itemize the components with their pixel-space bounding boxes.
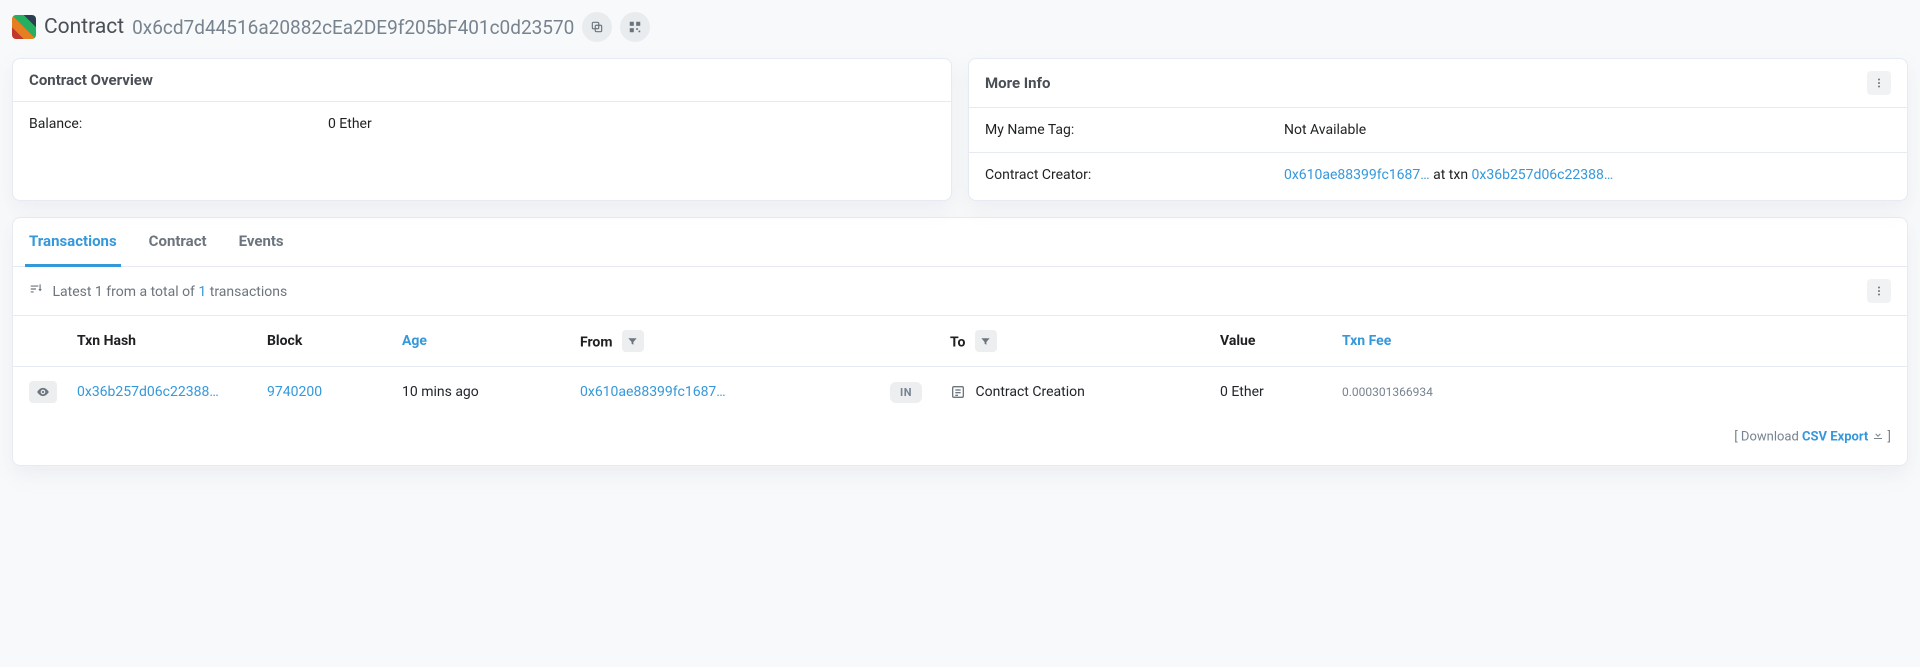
identicon-icon bbox=[12, 15, 36, 39]
qr-icon bbox=[628, 20, 642, 34]
tab-bar: Transactions Contract Events bbox=[13, 218, 1907, 267]
page-title-label: Contract bbox=[44, 15, 124, 39]
creator-label: Contract Creator: bbox=[985, 167, 1284, 183]
transactions-table: Txn Hash Block Age From To Value bbox=[13, 315, 1907, 417]
name-tag-value: Not Available bbox=[1284, 122, 1891, 138]
summary-latest: 1 bbox=[95, 284, 103, 300]
summary-prefix: Latest bbox=[52, 284, 94, 300]
kebab-icon bbox=[1873, 77, 1885, 89]
tx-hash-link[interactable]: 0x36b257d06c22388… bbox=[77, 384, 219, 400]
at-txn-text: at txn bbox=[1433, 167, 1471, 183]
export-prefix: [ Download bbox=[1734, 429, 1802, 444]
tx-age: 10 mins ago bbox=[392, 367, 570, 418]
eye-icon bbox=[36, 385, 50, 399]
tab-contract[interactable]: Contract bbox=[145, 218, 211, 267]
transactions-panel: Transactions Contract Events Latest 1 fr… bbox=[12, 217, 1908, 466]
page-header: Contract 0x6cd7d44516a20882cEa2DE9f205bF… bbox=[12, 12, 1908, 42]
summary-mid: from a total of bbox=[103, 284, 199, 300]
filter-icon bbox=[980, 336, 991, 347]
balance-row: Balance: 0 Ether bbox=[13, 102, 951, 146]
tx-value: 0 Ether bbox=[1210, 367, 1332, 418]
tx-summary-row: Latest 1 from a total of 1 transactions bbox=[13, 267, 1907, 315]
th-block: Block bbox=[257, 316, 392, 367]
summary-suffix: transactions bbox=[206, 284, 287, 300]
tab-events[interactable]: Events bbox=[235, 218, 288, 267]
more-info-menu-button[interactable] bbox=[1867, 71, 1891, 95]
kebab-icon bbox=[1873, 285, 1885, 297]
export-suffix: ] bbox=[1884, 429, 1891, 444]
qr-code-button[interactable] bbox=[620, 12, 650, 42]
th-age-toggle[interactable]: Age bbox=[402, 333, 427, 349]
creator-address-link[interactable]: 0x610ae88399fc1687… bbox=[1284, 167, 1430, 183]
th-to: To bbox=[950, 335, 965, 351]
balance-value: 0 Ether bbox=[328, 116, 935, 132]
table-row: 0x36b257d06c22388… 9740200 10 mins ago 0… bbox=[13, 367, 1907, 418]
export-row: [ Download CSV Export ] bbox=[13, 417, 1907, 465]
th-from: From bbox=[580, 335, 612, 351]
balance-label: Balance: bbox=[29, 116, 328, 132]
csv-export-link[interactable]: CSV Export bbox=[1802, 429, 1868, 444]
contract-overview-card: Contract Overview Balance: 0 Ether bbox=[12, 58, 952, 201]
th-fee-toggle[interactable]: Txn Fee bbox=[1342, 333, 1391, 349]
to-filter-button[interactable] bbox=[975, 330, 997, 352]
contract-icon bbox=[950, 384, 969, 400]
tx-more-menu-button[interactable] bbox=[1867, 279, 1891, 303]
more-info-title: More Info bbox=[985, 74, 1050, 92]
tx-fee: 0.000301366934 bbox=[1342, 385, 1433, 399]
direction-badge: IN bbox=[890, 382, 922, 403]
from-address-link[interactable]: 0x610ae88399fc1687… bbox=[580, 384, 726, 400]
from-filter-button[interactable] bbox=[622, 330, 644, 352]
th-value: Value bbox=[1210, 316, 1332, 367]
to-value: Contract Creation bbox=[975, 384, 1084, 400]
sort-icon bbox=[29, 284, 46, 300]
block-link[interactable]: 9740200 bbox=[267, 384, 322, 400]
creator-row: Contract Creator: 0x610ae88399fc1687… at… bbox=[969, 152, 1907, 197]
more-info-card: More Info My Name Tag: Not Available Con… bbox=[968, 58, 1908, 201]
copy-address-button[interactable] bbox=[582, 12, 612, 42]
tab-transactions[interactable]: Transactions bbox=[25, 218, 121, 267]
th-hash: Txn Hash bbox=[67, 316, 257, 367]
name-tag-row: My Name Tag: Not Available bbox=[969, 108, 1907, 152]
overview-card-title: Contract Overview bbox=[13, 59, 951, 102]
filter-icon bbox=[627, 336, 638, 347]
download-icon bbox=[1872, 430, 1884, 445]
view-tx-button[interactable] bbox=[29, 381, 57, 403]
name-tag-label: My Name Tag: bbox=[985, 122, 1284, 138]
creator-txn-link[interactable]: 0x36b257d06c22388… bbox=[1472, 167, 1614, 183]
copy-icon bbox=[590, 20, 604, 34]
contract-address: 0x6cd7d44516a20882cEa2DE9f205bF401c0d235… bbox=[132, 16, 574, 39]
